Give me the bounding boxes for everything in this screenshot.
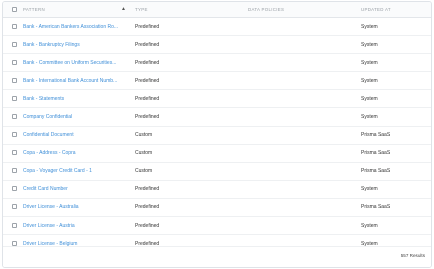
type-cell: Predefined xyxy=(135,23,160,30)
table-row[interactable]: Confidential Document Custom Prisma SaaS xyxy=(3,127,431,145)
type-cell: Predefined xyxy=(135,77,160,84)
pattern-link[interactable]: Bank - International Bank Account Numb..… xyxy=(23,78,131,84)
patterns-table-panel: PATTERN ▲ TYPE DATA POLICIES UPDATED AT … xyxy=(2,1,432,268)
updated-at-cell: Prisma SaaS xyxy=(361,168,391,175)
table-row[interactable]: Copa - Address - Copra Custom Prisma SaaS xyxy=(3,145,431,163)
column-header-type[interactable]: TYPE xyxy=(135,7,148,12)
sort-ascending-icon[interactable]: ▲ xyxy=(121,6,126,12)
updated-at-cell: System xyxy=(361,59,378,66)
updated-at-cell: System xyxy=(361,113,378,120)
pattern-link[interactable]: Driver License - Austria xyxy=(23,223,131,229)
table-row[interactable]: Credit Card Number Predefined System xyxy=(3,181,431,199)
table-row[interactable]: Driver License - Austria Predefined System xyxy=(3,217,431,236)
type-cell: Predefined xyxy=(135,204,160,211)
row-checkbox[interactable] xyxy=(12,113,17,119)
row-checkbox[interactable] xyxy=(12,204,17,210)
pattern-link[interactable]: Confidential Document xyxy=(23,132,131,138)
table-body: Bank - American Bankers Association Ro..… xyxy=(3,18,431,247)
table-row[interactable]: Company Confidential Predefined System xyxy=(3,108,431,127)
pattern-link[interactable]: Bank - American Bankers Association Ro..… xyxy=(23,24,131,30)
pattern-link[interactable]: Driver License - Australia xyxy=(23,204,131,210)
table-row[interactable]: Driver License - Australia Predefined Pris… xyxy=(3,199,431,218)
type-cell: Predefined xyxy=(135,41,160,48)
table-row[interactable]: Copa - Voyager Credit Card - 1 Custom Pris… xyxy=(3,163,431,181)
pattern-link[interactable]: Bank - Committee on Uniform Securities..… xyxy=(23,60,131,66)
type-cell: Predefined xyxy=(135,222,160,229)
type-cell: Predefined xyxy=(135,113,160,120)
row-checkbox[interactable] xyxy=(12,59,17,65)
updated-at-cell: System xyxy=(361,41,378,48)
column-header-pattern[interactable]: PATTERN xyxy=(23,7,45,12)
row-checkbox[interactable] xyxy=(12,222,17,228)
type-cell: Custom xyxy=(135,168,153,175)
row-checkbox[interactable] xyxy=(12,95,17,101)
results-count: 557 Results xyxy=(400,253,425,258)
pattern-link[interactable]: Company Confidential xyxy=(23,114,131,120)
row-checkbox[interactable] xyxy=(12,23,17,29)
row-checkbox[interactable] xyxy=(12,41,17,47)
updated-at-cell: System xyxy=(361,186,378,193)
table-row[interactable]: Bank - Statements Predefined System xyxy=(3,90,431,109)
table-footer: 557 Results xyxy=(3,246,431,267)
row-checkbox[interactable] xyxy=(12,150,17,156)
updated-at-cell: System xyxy=(361,77,378,84)
type-cell: Predefined xyxy=(135,59,160,66)
type-cell: Custom xyxy=(135,150,153,157)
row-checkbox[interactable] xyxy=(12,168,17,174)
table-row[interactable]: Bank - International Bank Account Numb..… xyxy=(3,72,431,91)
updated-at-cell: Prisma SaaS xyxy=(361,132,391,139)
column-header-updated-at[interactable]: UPDATED AT xyxy=(361,7,391,12)
row-checkbox[interactable] xyxy=(12,240,17,246)
type-cell: Predefined xyxy=(135,95,160,102)
row-checkbox[interactable] xyxy=(12,132,17,138)
type-cell: Custom xyxy=(135,132,153,139)
table-row[interactable]: Bank - American Bankers Association Ro..… xyxy=(3,18,431,37)
table-row[interactable]: Bank - Bankruptcy Filings Predefined Syste… xyxy=(3,36,431,55)
pattern-link[interactable]: Copa - Address - Copra xyxy=(23,150,131,156)
table-row[interactable]: Bank - Committee on Uniform Securities..… xyxy=(3,54,431,73)
updated-at-cell: System xyxy=(361,95,378,102)
updated-at-cell: Prisma SaaS xyxy=(361,150,391,157)
pattern-link[interactable]: Bank - Statements xyxy=(23,96,131,102)
updated-at-cell: System xyxy=(361,222,378,229)
pattern-link[interactable]: Bank - Bankruptcy Filings xyxy=(23,42,131,48)
updated-at-cell: Prisma SaaS xyxy=(361,204,391,211)
pattern-link[interactable]: Credit Card Number xyxy=(23,186,131,192)
row-checkbox[interactable] xyxy=(12,186,17,192)
row-checkbox[interactable] xyxy=(12,77,17,83)
table-header: PATTERN ▲ TYPE DATA POLICIES UPDATED AT xyxy=(3,2,431,18)
pattern-link[interactable]: Copa - Voyager Credit Card - 1 xyxy=(23,168,131,174)
updated-at-cell: System xyxy=(361,23,378,30)
column-header-data-policies[interactable]: DATA POLICIES xyxy=(248,7,284,12)
type-cell: Predefined xyxy=(135,186,160,193)
select-all-checkbox[interactable] xyxy=(12,7,17,12)
